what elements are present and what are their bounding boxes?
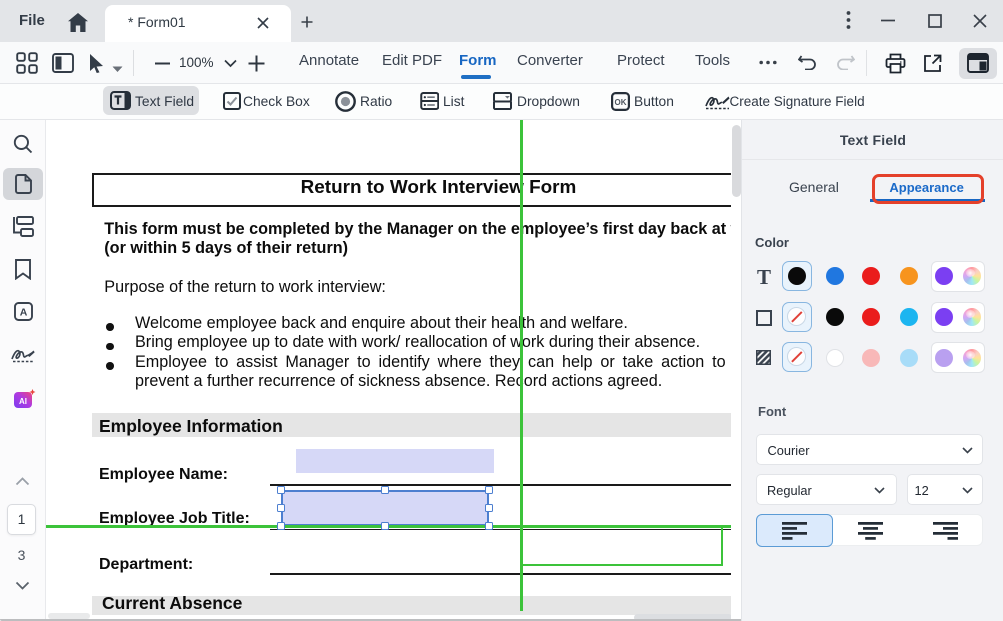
- svg-text:OK: OK: [614, 98, 626, 107]
- svg-text:A: A: [20, 307, 28, 319]
- svg-text:AI: AI: [19, 397, 27, 406]
